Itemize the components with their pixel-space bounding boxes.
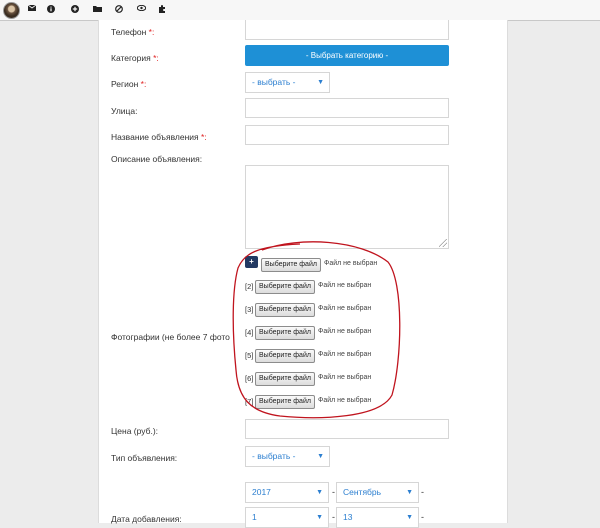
day-select[interactable]: 1 ▼: [245, 507, 329, 528]
chevron-down-icon: ▼: [406, 514, 413, 521]
photo-upload-row-3: [3] Выберите файл Файл не выбран: [245, 303, 445, 317]
description-textarea[interactable]: [245, 165, 449, 249]
date-separator: -: [332, 512, 335, 522]
puzzle-icon[interactable]: [158, 3, 168, 15]
chevron-down-icon: ▼: [316, 514, 323, 521]
chevron-down-icon: ▼: [316, 489, 323, 496]
phone-label: Телефон *:: [111, 27, 155, 37]
street-input[interactable]: [245, 98, 449, 118]
choose-file-button[interactable]: Выберите файл: [255, 349, 315, 363]
region-label: Регион *:: [111, 79, 147, 89]
photo-upload-row-6: [6] Выберите файл Файл не выбран: [245, 372, 445, 386]
no-file-text: Файл не выбран: [318, 374, 372, 381]
year-select[interactable]: 2017 ▼: [245, 482, 329, 503]
no-file-text: Файл не выбран: [318, 305, 372, 312]
photo-number: [5]: [245, 351, 254, 360]
chevron-down-icon: ▼: [406, 489, 413, 496]
month-select[interactable]: Сентябрь ▼: [336, 482, 419, 503]
street-label: Улица:: [111, 106, 138, 116]
folder-icon[interactable]: [93, 3, 103, 15]
info-icon[interactable]: [47, 3, 57, 15]
region-select[interactable]: - выбрать - ▼: [245, 72, 330, 93]
no-file-text: Файл не выбран: [318, 282, 372, 289]
ad-title-label: Название объявления *:: [111, 132, 207, 142]
add-photo-button[interactable]: +: [245, 256, 258, 268]
ad-title-input[interactable]: [245, 125, 449, 145]
chevron-down-icon: ▼: [317, 453, 324, 460]
date-separator: -: [421, 487, 424, 497]
eye-icon[interactable]: [137, 3, 147, 15]
resize-handle[interactable]: [439, 239, 447, 247]
choose-file-button[interactable]: Выберите файл: [255, 326, 315, 340]
ad-type-label: Тип объявления:: [111, 453, 178, 463]
photo-upload-row-2: [2] Выберите файл Файл не выбран: [245, 280, 445, 294]
photo-upload-row-1: + Выберите файл Файл не выбран: [245, 256, 445, 272]
choose-file-button[interactable]: Выберите файл: [255, 303, 315, 317]
price-label: Цена (руб.):: [111, 426, 159, 436]
category-label: Категория *:: [111, 53, 159, 63]
photo-upload-row-4: [4] Выберите файл Файл не выбран: [245, 326, 445, 340]
plus-circle-icon[interactable]: [71, 3, 81, 15]
browser-toolbar: [0, 0, 600, 21]
price-input[interactable]: [245, 419, 449, 439]
no-file-text: Файл не выбран: [318, 397, 372, 404]
avatar[interactable]: [3, 2, 20, 19]
hour-select[interactable]: 13 ▼: [336, 507, 419, 528]
photo-upload-row-7: [7] Выберите файл Файл не выбран: [245, 395, 445, 409]
mail-icon[interactable]: [28, 3, 38, 15]
no-file-text: Файл не выбран: [318, 351, 372, 358]
ad-form: Телефон *: Категория *: - Выбрать катего…: [98, 20, 508, 528]
date-separator: -: [332, 487, 335, 497]
photo-number: [6]: [245, 374, 254, 383]
date-separator: -: [421, 512, 424, 522]
photo-number: [4]: [245, 328, 254, 337]
photos-label: Фотографии (не более 7 фото: [111, 332, 230, 342]
phone-input[interactable]: [245, 20, 449, 40]
photo-number: [2]: [245, 282, 254, 291]
choose-file-button[interactable]: Выберите файл: [255, 395, 315, 409]
block-icon[interactable]: [115, 3, 125, 15]
chevron-down-icon: ▼: [317, 79, 324, 86]
ad-type-select[interactable]: - выбрать - ▼: [245, 446, 330, 467]
description-label: Описание объявления:: [111, 154, 203, 164]
photo-number: [7]: [245, 397, 254, 406]
photo-upload-row-5: [5] Выберите файл Файл не выбран: [245, 349, 445, 363]
choose-category-button[interactable]: - Выбрать категорию -: [245, 45, 449, 66]
photo-number: [3]: [245, 305, 254, 314]
no-file-text: Файл не выбран: [324, 260, 378, 267]
choose-file-button[interactable]: Выберите файл: [261, 258, 321, 272]
no-file-text: Файл не выбран: [318, 328, 372, 335]
choose-file-button[interactable]: Выберите файл: [255, 280, 315, 294]
choose-file-button[interactable]: Выберите файл: [255, 372, 315, 386]
